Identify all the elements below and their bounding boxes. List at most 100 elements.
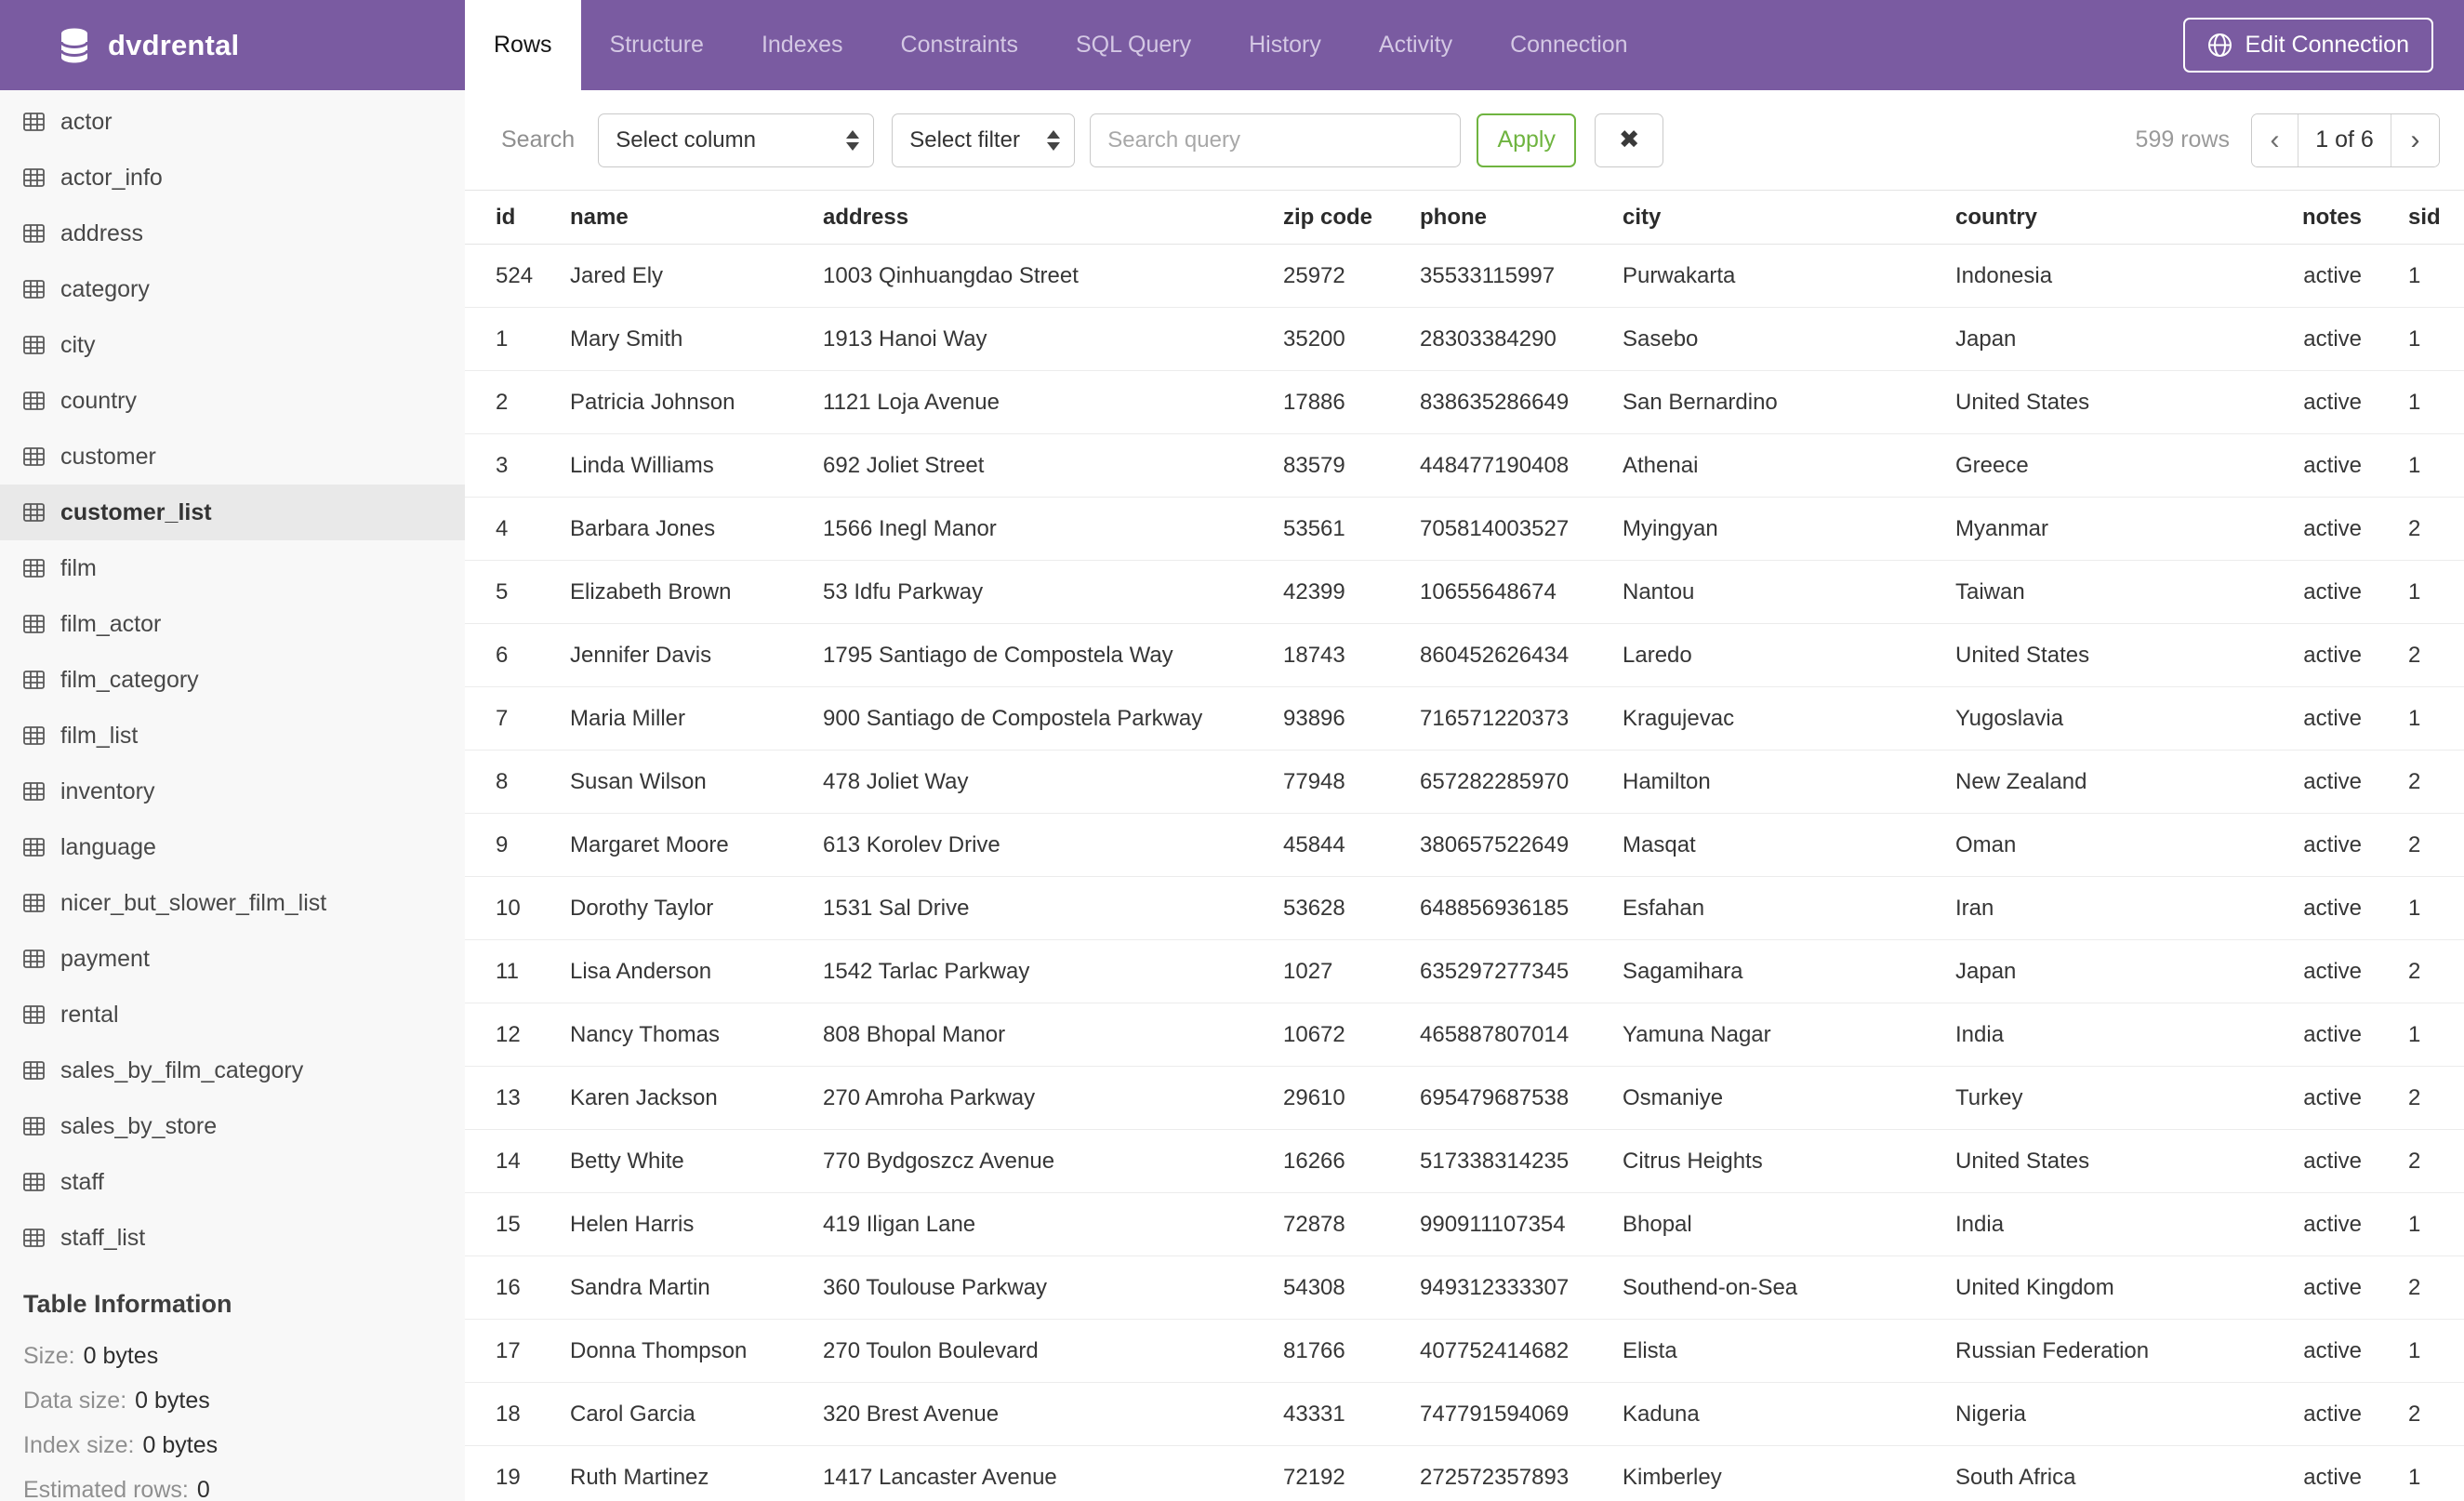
sidebar-item-city[interactable]: city bbox=[0, 317, 465, 373]
sidebar-item-label: staff_list bbox=[60, 1224, 146, 1251]
brand: dvdrental bbox=[0, 0, 465, 90]
prev-page-button[interactable]: ‹ bbox=[2252, 113, 2298, 166]
cell-sid: 1 bbox=[2408, 896, 2421, 921]
table-row[interactable]: 11 Lisa Anderson 1542 Tarlac Parkway 1027 63… bbox=[465, 940, 2464, 1003]
cell-sid: 2 bbox=[2408, 1149, 2421, 1174]
table-row[interactable]: 13 Karen Jackson 270 Amroha Parkway 29610 69… bbox=[465, 1067, 2464, 1130]
table-row[interactable]: 1 Mary Smith 1913 Hanoi Way 35200 2830338429… bbox=[465, 308, 2464, 371]
tab-constraints[interactable]: Constraints bbox=[872, 0, 1047, 90]
sidebar-item-staff-list[interactable]: staff_list bbox=[0, 1210, 465, 1266]
sidebar-item-film-category[interactable]: film_category bbox=[0, 652, 465, 708]
sidebar-item-category[interactable]: category bbox=[0, 261, 465, 317]
cell-address: 808 Bhopal Manor bbox=[823, 1022, 1006, 1047]
rows-count: 599 rows bbox=[2135, 126, 2230, 153]
column-header-sid[interactable]: sid bbox=[2362, 191, 2464, 244]
edit-connection-button[interactable]: Edit Connection bbox=[2183, 18, 2433, 73]
table-row[interactable]: 15 Helen Harris 419 Iligan Lane 72878 990911… bbox=[465, 1193, 2464, 1256]
table-icon bbox=[23, 1173, 45, 1191]
sidebar-item-film-list[interactable]: film_list bbox=[0, 708, 465, 764]
table-icon bbox=[23, 503, 45, 522]
table-icon bbox=[23, 950, 45, 968]
table-row[interactable]: 16 Sandra Martin 360 Toulouse Parkway 54308… bbox=[465, 1256, 2464, 1320]
table-icon bbox=[23, 838, 45, 857]
cell-id: 524 bbox=[496, 263, 534, 288]
cell-address: 1121 Loja Avenue bbox=[823, 390, 1000, 415]
cell-city: Laredo bbox=[1623, 643, 1692, 668]
search-query-input[interactable] bbox=[1090, 113, 1462, 167]
table-row[interactable]: 9 Margaret Moore 613 Korolev Drive 45844 380… bbox=[465, 814, 2464, 877]
table-row[interactable]: 19 Ruth Martinez 1417 Lancaster Avenue 7219… bbox=[465, 1446, 2464, 1501]
table-icon bbox=[23, 615, 45, 633]
cell-city: Athenai bbox=[1623, 453, 1699, 478]
cell-city: Sagamihara bbox=[1623, 959, 1743, 984]
table-row[interactable]: 6 Jennifer Davis 1795 Santiago de Composte… bbox=[465, 624, 2464, 687]
sidebar-item-payment[interactable]: payment bbox=[0, 931, 465, 987]
column-header-city[interactable]: city bbox=[1623, 191, 1955, 244]
sidebar-item-inventory[interactable]: inventory bbox=[0, 764, 465, 819]
column-header-country[interactable]: country bbox=[1955, 191, 2234, 244]
table-row[interactable]: 12 Nancy Thomas 808 Bhopal Manor 10672 46588… bbox=[465, 1003, 2464, 1067]
cell-notes: active bbox=[2303, 1212, 2362, 1237]
sidebar-item-rental[interactable]: rental bbox=[0, 987, 465, 1043]
sidebar-item-label: film bbox=[60, 554, 97, 581]
cell-country: Yugoslavia bbox=[1955, 706, 2064, 731]
cell-address: 1531 Sal Drive bbox=[823, 896, 970, 921]
cell-name: Helen Harris bbox=[570, 1212, 695, 1237]
cell-notes: active bbox=[2303, 326, 2362, 352]
next-page-button[interactable]: › bbox=[2391, 113, 2439, 166]
table-row[interactable]: 18 Carol Garcia 320 Brest Avenue 43331 74779… bbox=[465, 1383, 2464, 1446]
table-row[interactable]: 17 Donna Thompson 270 Toulon Boulevard 8176… bbox=[465, 1320, 2464, 1383]
table-info-value: 0 bytes bbox=[83, 1342, 159, 1369]
tab-connection[interactable]: Connection bbox=[1481, 0, 1656, 90]
cell-sid: 1 bbox=[2408, 1022, 2421, 1047]
cell-notes: active bbox=[2303, 1085, 2362, 1110]
sidebar-item-nicer-but-slower-film-list[interactable]: nicer_but_slower_film_list bbox=[0, 875, 465, 931]
column-select[interactable]: Select column bbox=[598, 113, 875, 167]
tab-history[interactable]: History bbox=[1220, 0, 1350, 90]
column-header-address[interactable]: address bbox=[823, 191, 1283, 244]
sidebar-item-film-actor[interactable]: film_actor bbox=[0, 596, 465, 652]
tab-activity[interactable]: Activity bbox=[1350, 0, 1481, 90]
tab-sql-query[interactable]: SQL Query bbox=[1047, 0, 1220, 90]
cell-zip-code: 43331 bbox=[1283, 1401, 1345, 1427]
column-header-phone[interactable]: phone bbox=[1420, 191, 1623, 244]
tab-rows[interactable]: Rows bbox=[465, 0, 581, 90]
table-row[interactable]: 3 Linda Williams 692 Joliet Street 83579 448… bbox=[465, 434, 2464, 498]
sidebar-item-sales-by-store[interactable]: sales_by_store bbox=[0, 1098, 465, 1154]
table-icon bbox=[23, 280, 45, 299]
column-header-notes[interactable]: notes bbox=[2234, 191, 2362, 244]
table-row[interactable]: 7 Maria Miller 900 Santiago de Compostela … bbox=[465, 687, 2464, 750]
table-row[interactable]: 10 Dorothy Taylor 1531 Sal Drive 53628 64885… bbox=[465, 877, 2464, 940]
sidebar-item-customer-list[interactable]: customer_list bbox=[0, 485, 465, 540]
column-header-name[interactable]: name bbox=[570, 191, 823, 244]
cell-address: 692 Joliet Street bbox=[823, 453, 985, 478]
sidebar-item-film[interactable]: film bbox=[0, 540, 465, 596]
table-row[interactable]: 5 Elizabeth Brown 53 Idfu Parkway 42399 1065… bbox=[465, 561, 2464, 624]
filter-select[interactable]: Select filter bbox=[892, 113, 1076, 167]
cell-city: Kaduna bbox=[1623, 1401, 1700, 1427]
cell-id: 4 bbox=[496, 516, 509, 541]
sidebar-item-language[interactable]: language bbox=[0, 819, 465, 875]
tab-structure[interactable]: Structure bbox=[581, 0, 733, 90]
table-row[interactable]: 524 Jared Ely 1003 Qinhuangdao Street 25972… bbox=[465, 245, 2464, 308]
sidebar-item-country[interactable]: country bbox=[0, 373, 465, 429]
table-row[interactable]: 8 Susan Wilson 478 Joliet Way 77948 65728228… bbox=[465, 750, 2464, 814]
sidebar-item-actor-info[interactable]: actor_info bbox=[0, 150, 465, 206]
sidebar-item-label: sales_by_film_category bbox=[60, 1056, 304, 1083]
tab-indexes[interactable]: Indexes bbox=[733, 0, 872, 90]
sidebar-item-address[interactable]: address bbox=[0, 206, 465, 261]
column-select-value: Select column bbox=[616, 126, 756, 153]
table-row[interactable]: 14 Betty White 770 Bydgoszcz Avenue 16266 51… bbox=[465, 1130, 2464, 1193]
apply-button[interactable]: Apply bbox=[1477, 113, 1577, 167]
table-row[interactable]: 2 Patricia Johnson 1121 Loja Avenue 17886 83… bbox=[465, 371, 2464, 434]
sidebar-item-customer[interactable]: customer bbox=[0, 429, 465, 485]
column-header-zip-code[interactable]: zip code bbox=[1283, 191, 1420, 244]
sidebar-item-staff[interactable]: staff bbox=[0, 1154, 465, 1210]
cell-phone: 380657522649 bbox=[1420, 832, 1570, 857]
clear-filter-button[interactable]: ✖ bbox=[1595, 113, 1664, 167]
column-header-id[interactable]: id bbox=[496, 191, 570, 244]
sidebar-item-actor[interactable]: actor bbox=[0, 94, 465, 150]
table-row[interactable]: 4 Barbara Jones 1566 Inegl Manor 53561 70581… bbox=[465, 498, 2464, 561]
table-info-value: 0 bytes bbox=[142, 1431, 219, 1458]
sidebar-item-sales-by-film-category[interactable]: sales_by_film_category bbox=[0, 1043, 465, 1098]
